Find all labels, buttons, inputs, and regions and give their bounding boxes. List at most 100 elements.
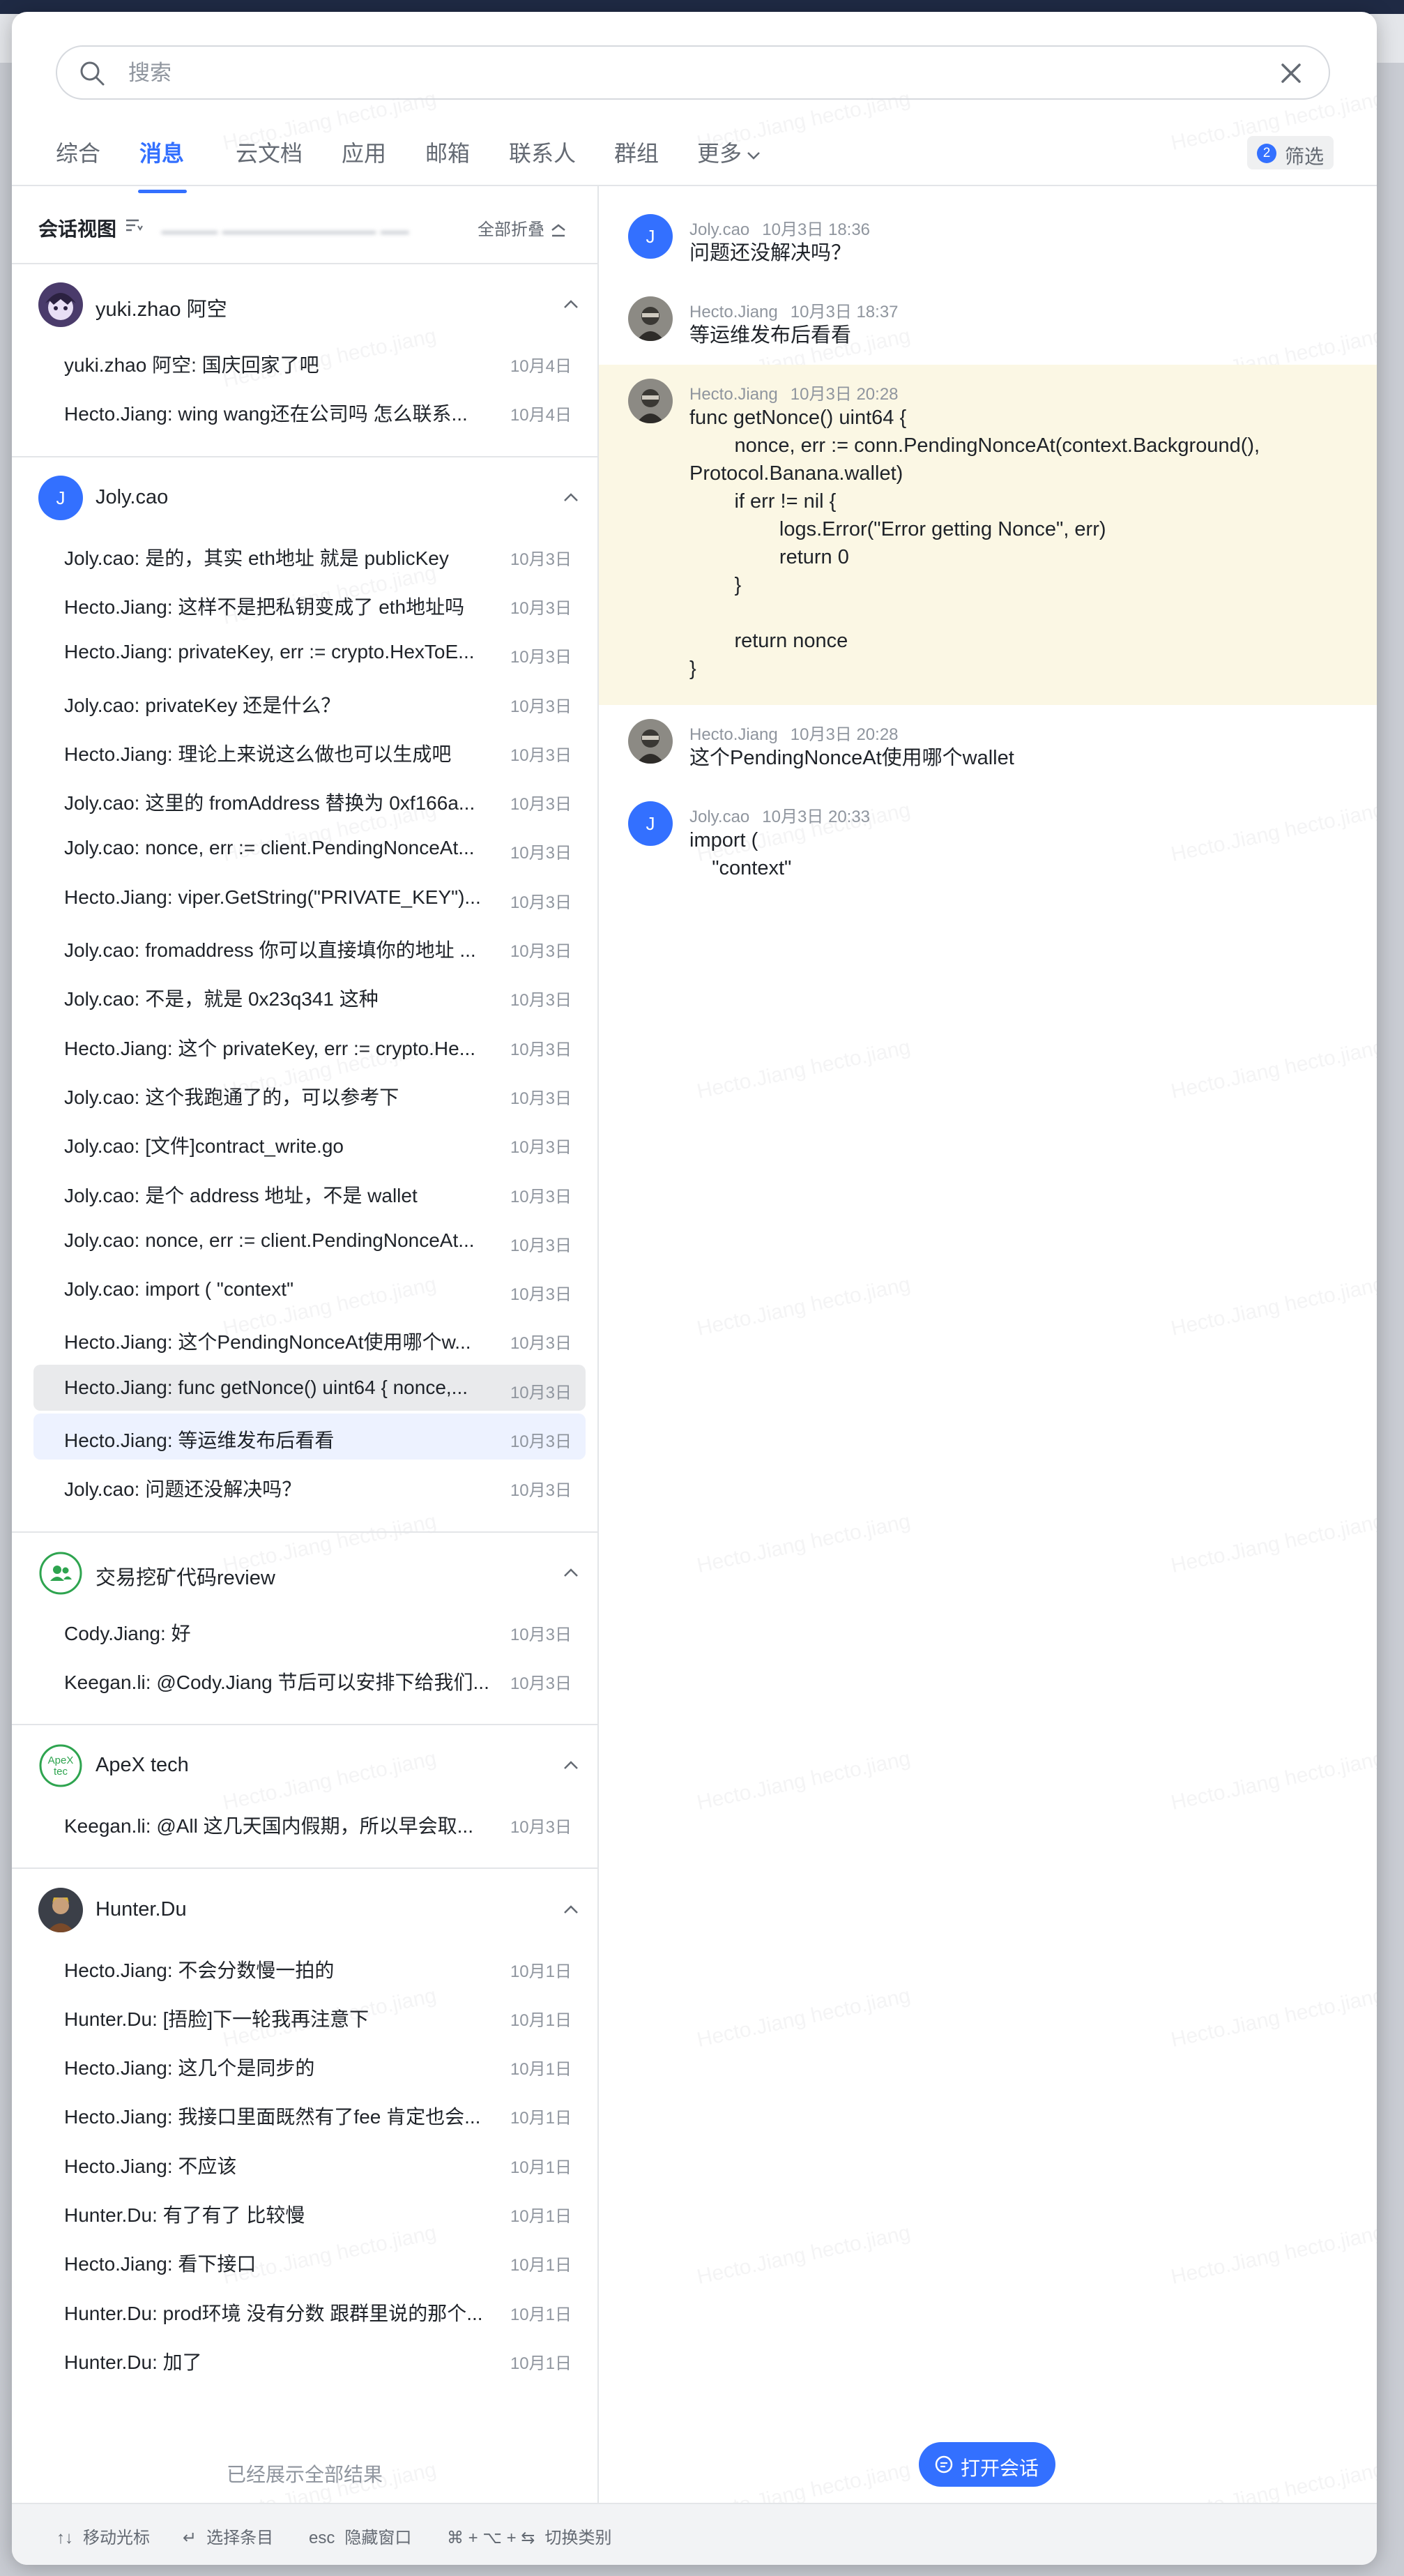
message-result-row[interactable]: Hunter.Du: prod环境 没有分数 跟群里说的那个... 10月1日 [33,2287,586,2333]
conversation-group-header[interactable]: J Joly.cao [38,475,589,520]
chat-message[interactable]: Hecto.Jiang 10月3日 20:28 func getNonce() ui… [599,365,1377,705]
filter-button[interactable]: 2 筛选 [1247,136,1334,169]
chat-message[interactable]: Hecto.Jiang 10月3日 20:28 这个PendingNonceAt使用… [599,705,1377,787]
message-result-row[interactable]: Joly.cao: 不是，就是 0x23q341 这种 10月3日 [33,972,586,1018]
search-input[interactable] [127,54,1245,93]
conversation-group-header[interactable]: 交易挖矿代码review [38,1551,589,1596]
message-result-row[interactable]: Hunter.Du: 有了有了 比较慢 10月1日 [33,2188,586,2234]
tab-mail[interactable]: 邮箱 [425,136,470,168]
message-result-row[interactable]: Joly.cao: fromaddress 你可以直接填你的地址 ... 10月3… [33,923,586,969]
message-result-row[interactable]: Joly.cao: import ( "context" 10月3日 [33,1266,586,1312]
tab-docs[interactable]: 云文档 [236,136,303,168]
tab-contacts[interactable]: 联系人 [509,136,576,168]
close-icon[interactable] [1279,61,1304,86]
conversation-group-header[interactable]: yuki.zhao 阿空 [38,282,589,327]
chevron-up-icon[interactable] [561,488,581,508]
tab-apps[interactable]: 应用 [342,136,386,168]
open-chat-button[interactable]: 打开会话 [919,2442,1055,2487]
message-snippet: Joly.cao: 是的，其实 eth地址 就是 publicKey [64,547,449,569]
chat-message[interactable]: J Joly.cao 10月3日 20:33 import ( "context" [599,787,1377,897]
tab-messages[interactable]: 消息 [139,136,184,168]
message-result-row[interactable]: Keegan.li: @Cody.Jiang 节后可以安排下给我们... 10月3… [33,1656,586,1702]
message-snippet: Joly.cao: privateKey 还是什么？ [64,694,341,716]
message-result-row[interactable]: Joly.cao: 这里的 fromAddress 替换为 0xf166a...… [33,776,586,822]
chevron-up-icon[interactable] [561,1563,581,1583]
tab-more[interactable]: 更多 [697,136,761,168]
message-result-row[interactable]: Joly.cao: 是的，其实 eth地址 就是 publicKey 10月3日 [33,531,586,577]
message-snippet: Joly.cao: 这个我跑通了的，可以参考下 [64,1086,399,1108]
message-result-row[interactable]: Joly.cao: [文件]contract_write.go 10月3日 [33,1119,586,1165]
message-snippet: Joly.cao: 是个 address 地址，不是 wallet [64,1184,418,1206]
chat-icon [935,2455,953,2473]
message-date: 10月1日 [510,2109,572,2128]
message-snippet: Hunter.Du: 加了 [64,2351,202,2373]
message-result-row[interactable]: Hecto.Jiang: privateKey, err := crypto.H… [33,629,586,675]
message-result-row[interactable]: Hecto.Jiang: 这个 privateKey, err := crypt… [33,1022,586,1068]
search-bar[interactable] [56,45,1330,100]
message-snippet: Joly.cao: nonce, err := client.PendingNo… [64,1229,475,1251]
message-result-row[interactable]: Joly.cao: 是个 address 地址，不是 wallet 10月3日 [33,1169,586,1215]
conversation-group-header[interactable]: Hunter.Du [38,1887,589,1932]
message-result-row[interactable]: yuki.zhao 阿空: 国庆回家了吧 10月4日 [33,338,586,384]
message-date: 10月1日 [510,2060,572,2079]
filter-label: 筛选 [1285,146,1325,167]
message-result-row[interactable]: Keegan.li: @All 这几天国内假期，所以早会取... 10月3日 [33,1799,586,1845]
message-result-row[interactable]: Hecto.Jiang: 等运维发布后看看 10月3日 [33,1414,586,1460]
message-sender: Hecto.Jiang [689,303,778,321]
message-body: 问题还没解决吗？ [689,242,852,264]
chevron-up-icon[interactable] [561,1900,581,1920]
message-result-row[interactable]: Hecto.Jiang: 看下接口 10月1日 [33,2237,586,2283]
message-snippet: Joly.cao: [文件]contract_write.go [64,1135,344,1158]
message-result-row[interactable]: Joly.cao: 问题还没解决吗？ 10月3日 [33,1462,586,1508]
message-result-row[interactable]: Joly.cao: nonce, err := client.PendingNo… [33,825,586,871]
group-divider [12,1867,597,1869]
message-result-row[interactable]: Joly.cao: nonce, err := client.PendingNo… [33,1218,586,1264]
conversation-group-header[interactable]: ApeX tec ApeX tech [38,1743,589,1788]
conversation-name: Joly.cao [96,485,169,508]
message-snippet: Joly.cao: fromaddress 你可以直接填你的地址 ... [64,939,476,961]
message-date: 10月1日 [510,2010,572,2030]
message-result-row[interactable]: Joly.cao: privateKey 还是什么？ 10月3日 [33,679,586,725]
message-result-row[interactable]: Hecto.Jiang: viper.GetString("PRIVATE_KE… [33,874,586,920]
sort-icon[interactable] [125,217,143,234]
chat-message[interactable]: Hecto.Jiang 10月3日 18:37 等运维发布后看看 [599,282,1377,365]
message-result-row[interactable]: Hecto.Jiang: 这个PendingNonceAt使用哪个w... 10月… [33,1315,586,1361]
tab-overview[interactable]: 综合 [56,136,100,168]
message-date: 10月3日 [510,1089,572,1108]
message-snippet: yuki.zhao 阿空: 国庆回家了吧 [64,354,319,376]
message-date: 10月3日 [510,1236,572,1255]
message-result-row[interactable]: Hecto.Jiang: 不会分数慢一拍的 10月1日 [33,1944,586,1990]
message-result-row[interactable]: Hecto.Jiang: 我接口里面既然有了fee 肯定也会... 10月1日 [33,2090,586,2136]
message-snippet: Joly.cao: 问题还没解决吗？ [64,1478,302,1501]
message-result-row[interactable]: Hecto.Jiang: wing wang还在公司吗 怎么联系... 10月4日 [33,387,586,433]
tab-groups[interactable]: 群组 [614,136,659,168]
chevron-up-icon[interactable] [561,1756,581,1775]
message-result-row[interactable]: Cody.Jiang: 好 10月3日 [33,1607,586,1653]
message-sender: Joly.cao [689,808,750,826]
message-date: 10月3日 [510,1481,572,1501]
hint-select-item: ↵ 选择条目 [183,2529,274,2547]
message-result-row[interactable]: Hecto.Jiang: 这样不是把私钥变成了 eth地址吗 10月3日 [33,580,586,626]
chat-message[interactable]: J Joly.cao 10月3日 18:36 问题还没解决吗？ [599,200,1377,282]
message-date: 10月3日 [510,550,572,569]
message-result-row[interactable]: Hunter.Du: 加了 10月1日 [33,2335,586,2381]
message-snippet: Hecto.Jiang: func getNonce() uint64 { no… [64,1376,468,1398]
collapse-all-button[interactable]: 全部折叠 [478,215,567,240]
message-snippet: Cody.Jiang: 好 [64,1622,191,1644]
message-result-row[interactable]: Joly.cao: 这个我跑通了的，可以参考下 10月3日 [33,1070,586,1116]
chevron-up-icon[interactable] [561,295,581,315]
message-body: import ( "context" [689,829,792,879]
message-result-row[interactable]: Hecto.Jiang: 这几个是同步的 10月1日 [33,2041,586,2087]
message-result-row[interactable]: Hecto.Jiang: 不应该 10月1日 [33,2139,586,2185]
message-date: 10月4日 [510,406,572,425]
message-result-row[interactable]: Hecto.Jiang: 理论上来说这么做也可以生成吧 10月3日 [33,727,586,773]
message-result-row[interactable]: Hunter.Du: [捂脸]下一轮我再注意下 10月1日 [33,1992,586,2038]
message-date: 10月3日 [510,1674,572,1693]
message-header: Hecto.Jiang 10月3日 20:28 [689,380,899,404]
search-icon [80,61,105,86]
message-result-row[interactable]: Hecto.Jiang: func getNonce() uint64 { no… [33,1364,586,1411]
blurred-hint: ▁▁▁▁ ▁▁▁▁▁▁▁▁▁▁▁ ▁▁ [162,213,409,234]
message-date: 10月1日 [510,2305,572,2324]
avatar: J [628,214,673,259]
message-date: 10月1日 [510,2158,572,2177]
